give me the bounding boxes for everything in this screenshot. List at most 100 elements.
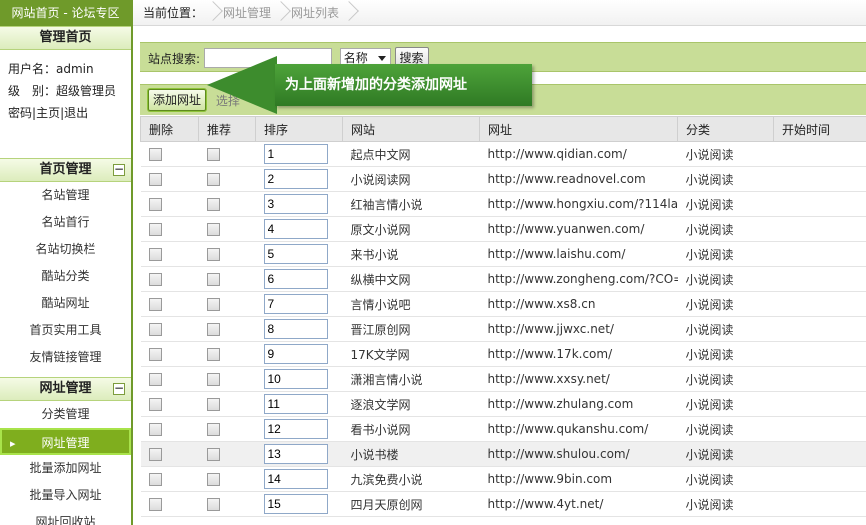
order-input[interactable] bbox=[263, 419, 328, 439]
delete-checkbox[interactable] bbox=[148, 323, 162, 336]
recommend-checkbox[interactable] bbox=[206, 198, 220, 211]
delete-cell bbox=[140, 341, 199, 367]
recommend-checkbox[interactable] bbox=[206, 223, 220, 236]
order-input[interactable] bbox=[263, 394, 328, 414]
site-url: http://www.9bin.com bbox=[479, 466, 678, 492]
order-input[interactable] bbox=[263, 194, 328, 214]
order-input[interactable] bbox=[263, 269, 328, 289]
level-value: 超级管理员 bbox=[56, 84, 117, 98]
recommend-checkbox[interactable] bbox=[206, 473, 220, 486]
collapse-icon[interactable]: − bbox=[113, 382, 125, 395]
recommend-checkbox[interactable] bbox=[206, 248, 220, 261]
order-input[interactable] bbox=[263, 144, 328, 164]
order-cell bbox=[255, 491, 343, 517]
menu-item-famous-first-row[interactable]: 名站首行 bbox=[0, 209, 131, 236]
delete-cell bbox=[140, 316, 199, 342]
column-header-recommend: 推荐 bbox=[198, 116, 256, 142]
start-time bbox=[773, 216, 866, 242]
menu-item-home-tools[interactable]: 首页实用工具 bbox=[0, 317, 131, 344]
menu-item-cool-urls[interactable]: 酷站网址 bbox=[0, 290, 131, 317]
delete-checkbox[interactable] bbox=[148, 198, 162, 211]
menu-item-famous-sites[interactable]: 名站管理 bbox=[0, 182, 131, 209]
recommend-cell bbox=[198, 241, 256, 267]
order-input[interactable] bbox=[263, 169, 328, 189]
homepage-link[interactable]: 主页 bbox=[36, 106, 60, 120]
category: 小说阅读 bbox=[677, 191, 774, 217]
recommend-cell bbox=[198, 266, 256, 292]
order-input[interactable] bbox=[263, 344, 328, 364]
delete-checkbox[interactable] bbox=[148, 273, 162, 286]
recommend-checkbox[interactable] bbox=[206, 498, 220, 511]
category: 小说阅读 bbox=[677, 316, 774, 342]
search-field-select[interactable]: 名称 bbox=[339, 48, 391, 68]
menu-item-cool-categories[interactable]: 酷站分类 bbox=[0, 263, 131, 290]
delete-checkbox[interactable] bbox=[148, 298, 162, 311]
collapse-icon[interactable]: − bbox=[113, 163, 125, 176]
add-url-button[interactable]: 添加网址 bbox=[148, 89, 207, 111]
menu-item-batch-add-urls[interactable]: 批量添加网址 bbox=[0, 455, 131, 482]
table-row: 晋江原创网http://www.jjwxc.net/小说阅读 bbox=[140, 316, 866, 342]
top-links[interactable]: 网站首页 - 论坛专区 bbox=[0, 0, 131, 26]
recommend-cell bbox=[198, 416, 256, 442]
menu-item-famous-switch-bar[interactable]: 名站切换栏 bbox=[0, 236, 131, 263]
delete-checkbox[interactable] bbox=[148, 473, 162, 486]
recommend-checkbox[interactable] bbox=[206, 348, 220, 361]
table-row: 来书小说http://www.laishu.com/小说阅读 bbox=[140, 241, 866, 267]
delete-checkbox[interactable] bbox=[148, 173, 162, 186]
recommend-checkbox[interactable] bbox=[206, 148, 220, 161]
order-input[interactable] bbox=[263, 244, 328, 264]
order-input[interactable] bbox=[263, 469, 328, 489]
delete-checkbox[interactable] bbox=[148, 248, 162, 261]
recommend-checkbox[interactable] bbox=[206, 323, 220, 336]
top-links-label[interactable]: 网站首页 - 论坛专区 bbox=[12, 6, 120, 20]
delete-checkbox[interactable] bbox=[148, 373, 162, 386]
search-input[interactable] bbox=[203, 48, 332, 68]
admin-home-heading[interactable]: 管理首页 bbox=[0, 26, 131, 50]
delete-checkbox[interactable] bbox=[148, 498, 162, 511]
delete-checkbox[interactable] bbox=[148, 398, 162, 411]
recommend-checkbox[interactable] bbox=[206, 423, 220, 436]
recommend-checkbox[interactable] bbox=[206, 398, 220, 411]
category: 小说阅读 bbox=[677, 216, 774, 242]
breadcrumb-separator-icon bbox=[345, 0, 353, 26]
delete-checkbox[interactable] bbox=[148, 223, 162, 236]
delete-checkbox[interactable] bbox=[148, 423, 162, 436]
menu-item-category-management[interactable]: 分类管理 bbox=[0, 401, 131, 428]
recommend-checkbox[interactable] bbox=[206, 298, 220, 311]
table-row: 看书小说网http://www.qukanshu.com/小说阅读 bbox=[140, 416, 866, 442]
delete-checkbox[interactable] bbox=[148, 448, 162, 461]
site-name: 原文小说网 bbox=[342, 216, 480, 242]
site-url: http://www.qukanshu.com/ bbox=[479, 416, 678, 442]
recommend-checkbox[interactable] bbox=[206, 373, 220, 386]
breadcrumb-item-url-list[interactable]: 网址列表 bbox=[291, 6, 339, 20]
site-name: 九滨免费小说 bbox=[342, 466, 480, 492]
delete-cell bbox=[140, 216, 199, 242]
order-input[interactable] bbox=[263, 319, 328, 339]
category: 小说阅读 bbox=[677, 141, 774, 167]
section-url-management[interactable]: 网址管理 − bbox=[0, 377, 131, 401]
menu-item-url-recycle-bin[interactable]: 网址回收站 bbox=[0, 509, 131, 525]
select-hint[interactable]: 选择 bbox=[216, 94, 240, 108]
order-input[interactable] bbox=[263, 494, 328, 514]
search-button[interactable]: 搜索 bbox=[394, 47, 429, 69]
order-cell bbox=[255, 316, 343, 342]
delete-cell bbox=[140, 266, 199, 292]
recommend-checkbox[interactable] bbox=[206, 273, 220, 286]
recommend-checkbox[interactable] bbox=[206, 173, 220, 186]
order-input[interactable] bbox=[263, 369, 328, 389]
order-input[interactable] bbox=[263, 294, 328, 314]
menu-item-batch-import-urls[interactable]: 批量导入网址 bbox=[0, 482, 131, 509]
category: 小说阅读 bbox=[677, 266, 774, 292]
delete-checkbox[interactable] bbox=[148, 348, 162, 361]
menu-item-url-management[interactable]: 网址管理 bbox=[0, 428, 131, 457]
recommend-checkbox[interactable] bbox=[206, 448, 220, 461]
password-link[interactable]: 密码 bbox=[8, 106, 32, 120]
order-input[interactable] bbox=[263, 444, 328, 464]
delete-checkbox[interactable] bbox=[148, 148, 162, 161]
menu-item-friend-links[interactable]: 友情链接管理 bbox=[0, 344, 131, 371]
logout-link[interactable]: 退出 bbox=[64, 106, 88, 120]
order-input[interactable] bbox=[263, 219, 328, 239]
breadcrumb-item-url-management[interactable]: 网址管理 bbox=[223, 6, 271, 20]
section-home-management[interactable]: 首页管理 − bbox=[0, 158, 131, 182]
start-time bbox=[773, 241, 866, 267]
